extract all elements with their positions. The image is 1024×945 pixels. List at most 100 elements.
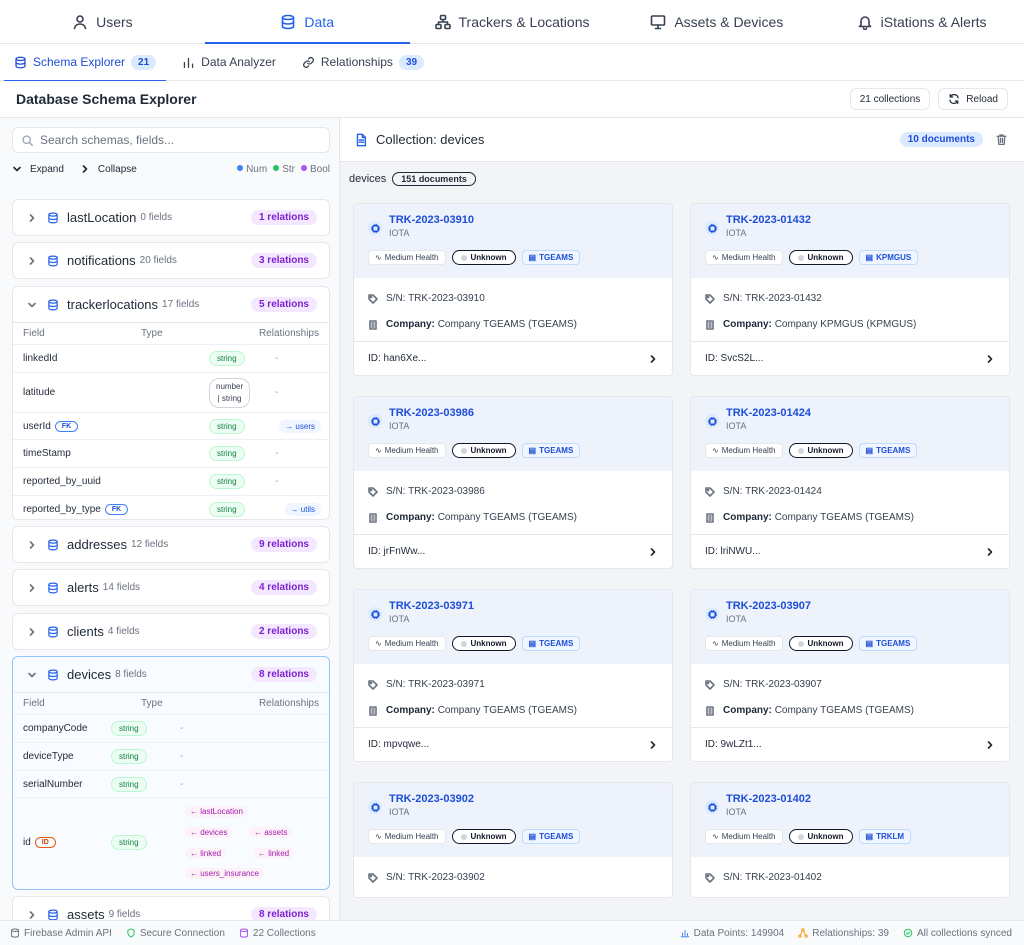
type-badge: string: [209, 351, 245, 366]
field-row[interactable]: userId FK string → users: [13, 412, 329, 439]
device-serial-title[interactable]: TRK-2023-01424: [726, 407, 811, 419]
device-type: IOTA: [389, 614, 410, 624]
card-footer[interactable]: ID: 9wLZt1...: [691, 728, 1009, 761]
card-footer[interactable]: ID: mpvqwe...: [354, 728, 672, 761]
reload-button[interactable]: Reload: [938, 88, 1008, 110]
health-badge: ∿ Medium Health: [705, 636, 783, 651]
collapse-button[interactable]: Collapse: [80, 164, 137, 175]
chevron-right-icon: [985, 354, 995, 364]
chevron-right-icon: [80, 164, 90, 174]
document-id: ID: 9wLZt1...: [705, 739, 762, 750]
legend-num: Num: [237, 164, 267, 175]
subtab-data-analyzer[interactable]: Data Analyzer: [172, 44, 286, 81]
card-footer[interactable]: ID: jrFnWw...: [354, 535, 672, 568]
device-serial-title[interactable]: TRK-2023-03986: [389, 407, 474, 419]
database-icon: [10, 928, 20, 938]
collection-header[interactable]: clients 4 fields 2 relations: [13, 614, 329, 649]
field-row[interactable]: timeStamp string -: [13, 439, 329, 467]
card-footer[interactable]: ID: SvcS2L...: [691, 342, 1009, 375]
expand-button[interactable]: Expand: [12, 164, 64, 175]
tab-istations-alerts[interactable]: iStations & Alerts: [819, 0, 1024, 43]
collection-header[interactable]: assets 9 fields 8 relations: [13, 897, 329, 920]
type-legend: Num Str Bool: [237, 164, 330, 175]
tab-assets-devices[interactable]: Assets & Devices: [614, 0, 819, 43]
document-card[interactable]: TRK-2023-03910 IOTA ∿ Medium Health Unknown ▤…: [353, 203, 673, 376]
device-serial-title[interactable]: TRK-2023-01402: [726, 793, 811, 805]
relations-badge: 3 relations: [250, 253, 317, 268]
chevron-down-icon: [12, 164, 22, 174]
relationship-link[interactable]: → utils: [284, 502, 321, 516]
document-id: ID: jrFnWw...: [368, 546, 426, 557]
field-row[interactable]: reported_by_uuid string -: [13, 467, 329, 495]
collection-name: assets: [67, 907, 105, 920]
device-serial-title[interactable]: TRK-2023-03910: [389, 214, 474, 226]
relationship-link[interactable]: ← devices: [185, 827, 233, 838]
tag-icon: [705, 679, 715, 690]
field-row[interactable]: serialNumber string -: [13, 770, 329, 797]
card-footer[interactable]: ID: han6Xe...: [354, 342, 672, 375]
relationship-value: -: [180, 778, 184, 790]
card-body: S/N: TRK-2023-01402: [691, 857, 1009, 897]
relationship-link[interactable]: ← users_insurance: [185, 868, 264, 879]
field-row[interactable]: id ID string ← lastLocation ← devices ← …: [13, 797, 329, 887]
device-serial-title[interactable]: TRK-2023-03902: [389, 793, 474, 805]
collection-label: devices: [349, 173, 387, 185]
collection-notifications: notifications 20 fields 3 relations: [12, 242, 330, 279]
user-icon: [72, 14, 88, 30]
collections-count-badge: 21 collections: [849, 88, 931, 110]
type-badge: string: [209, 418, 245, 434]
field-name: linkedId: [23, 353, 58, 364]
tab-users[interactable]: Users: [0, 0, 205, 43]
device-serial-title[interactable]: TRK-2023-03907: [726, 600, 811, 612]
card-tags: ∿ Medium Health Unknown ▤ TRKLM: [705, 829, 912, 844]
document-card[interactable]: TRK-2023-03986 IOTA ∿ Medium Health Unknown ▤…: [353, 396, 673, 569]
building-icon: ▤: [865, 639, 874, 648]
document-card[interactable]: TRK-2023-03902 IOTA ∿ Medium Health Unknown ▤…: [353, 782, 673, 898]
subtab-schema-explorer[interactable]: Schema Explorer 21: [4, 44, 167, 82]
collection-header[interactable]: trackerlocations 17 fields 5 relations: [13, 287, 329, 322]
field-row[interactable]: linkedId string -: [13, 344, 329, 372]
building-icon: ▤: [528, 446, 537, 455]
collection-header[interactable]: devices 8 fields 8 relations: [13, 657, 329, 692]
collection-header[interactable]: addresses 12 fields 9 relations: [13, 527, 329, 562]
document-card[interactable]: TRK-2023-01432 IOTA ∿ Medium Health Unknown ▤…: [690, 203, 1010, 376]
collection-header[interactable]: notifications 20 fields 3 relations: [13, 243, 329, 278]
field-row[interactable]: companyCode string -: [13, 714, 329, 742]
company-line: Company: Company KPMGUS (KPMGUS): [705, 319, 916, 330]
field-row[interactable]: reported_by_type FK string → utils: [13, 495, 329, 519]
tab-data-label: Data: [304, 13, 334, 30]
document-card[interactable]: TRK-2023-03907 IOTA ∿ Medium Health Unknown ▤…: [690, 589, 1010, 762]
tab-trackers-locations[interactable]: Trackers & Locations: [410, 0, 615, 43]
search-input[interactable]: [40, 133, 321, 147]
card-footer[interactable]: ID: lriNWU...: [691, 535, 1009, 568]
sub-nav: Schema Explorer 21 Data Analyzer Relatio…: [0, 44, 1024, 82]
relationship-link[interactable]: ← linked: [185, 848, 227, 859]
search-box[interactable]: [12, 127, 330, 153]
building-icon: [368, 319, 378, 330]
field-row[interactable]: deviceType string -: [13, 742, 329, 770]
status-bar: Firebase Admin API Secure Connection 22 …: [0, 920, 1024, 945]
trash-icon[interactable]: [995, 133, 1008, 146]
schema-count-badge: 21: [131, 54, 157, 70]
relationship-value: -: [180, 751, 184, 762]
serial-line: S/N: TRK-2023-01432: [705, 293, 822, 304]
collection-header[interactable]: lastLocation 0 fields 1 relations: [13, 200, 329, 235]
relationship-link[interactable]: ← lastLocation: [185, 806, 248, 817]
relationship-link[interactable]: ← linked: [253, 848, 295, 859]
document-card[interactable]: TRK-2023-01424 IOTA ∿ Medium Health Unknown ▤…: [690, 396, 1010, 569]
device-serial-title[interactable]: TRK-2023-03971: [389, 600, 474, 612]
relationship-link[interactable]: → users: [279, 419, 321, 433]
chevron-right-icon: [27, 213, 47, 223]
card-body: S/N: TRK-2023-03902: [354, 857, 672, 897]
relationship-link[interactable]: ← assets: [249, 827, 293, 838]
document-card[interactable]: TRK-2023-03971 IOTA ∿ Medium Health Unknown ▤…: [353, 589, 673, 762]
document-summary: devices 151 documents: [349, 172, 476, 186]
tab-data[interactable]: Data: [204, 0, 410, 44]
device-serial-title[interactable]: TRK-2023-01432: [726, 214, 811, 226]
subtab-relationships[interactable]: Relationships 39: [292, 44, 434, 81]
health-badge: ∿ Medium Health: [368, 250, 446, 265]
serial-line: S/N: TRK-2023-01402: [705, 872, 822, 883]
field-row[interactable]: latitude number | string -: [13, 372, 329, 412]
collection-header[interactable]: alerts 14 fields 4 relations: [13, 570, 329, 605]
document-card[interactable]: TRK-2023-01402 IOTA ∿ Medium Health Unknown ▤…: [690, 782, 1010, 898]
